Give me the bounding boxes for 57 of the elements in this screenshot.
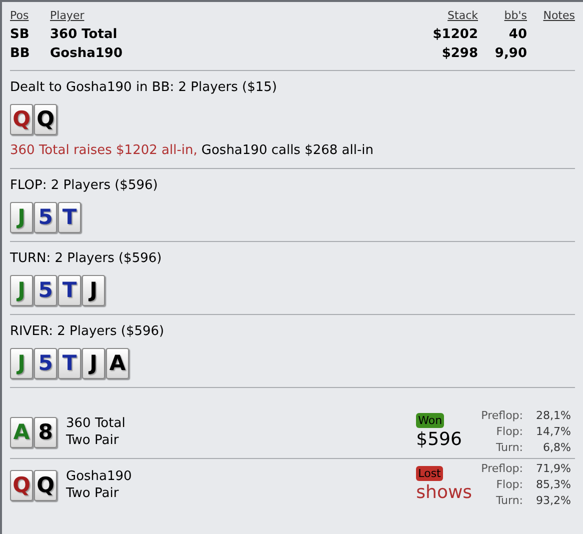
playing-card: J — [10, 202, 33, 233]
result-badge: Won — [416, 412, 444, 428]
playing-card: Q — [34, 104, 57, 134]
column-header: Notes — [542, 8, 575, 24]
equity-label: Flop: — [495, 424, 523, 440]
equity-value: 71,9% — [535, 461, 571, 477]
player-name: Gosha190 — [66, 468, 133, 485]
street-title: Dealt to Gosha190 in BB: 2 Players ($15) — [10, 78, 278, 96]
table-cell-text: SB — [10, 26, 30, 44]
table-cell-text: 9,90 — [494, 44, 527, 62]
playing-card: Q — [10, 104, 33, 134]
table-cell-text: BB — [10, 44, 31, 62]
playing-card: 8 — [34, 416, 57, 448]
table-cell-text: $298 — [440, 44, 478, 62]
table-cell-text: $1202 — [432, 26, 478, 44]
playing-card: Q — [34, 470, 57, 500]
hand-rank: Two Pair — [66, 485, 120, 502]
equity-label: Turn: — [494, 493, 523, 509]
playing-card: 5 — [34, 348, 57, 379]
equity-value: 28,1% — [535, 408, 571, 424]
action-text: Gosha190 calls $268 all-in — [201, 142, 374, 160]
playing-card: J — [82, 348, 105, 379]
playing-card: 5 — [34, 202, 57, 233]
street-title: TURN: 2 Players ($596) — [10, 250, 163, 267]
street-title: RIVER: 2 Players ($596) — [10, 323, 166, 340]
equity-label: Flop: — [495, 477, 523, 493]
action-text: 360 Total raises $1202 all-in, — [10, 142, 198, 160]
column-header: Pos — [10, 8, 30, 24]
column-header: Stack — [446, 8, 478, 24]
hand-rank: Two Pair — [66, 432, 120, 449]
table-cell-text: 360 Total — [50, 26, 118, 44]
playing-card: T — [58, 202, 81, 233]
playing-card: J — [10, 275, 33, 306]
playing-card: Q — [10, 470, 33, 500]
equity-label: Turn: — [494, 440, 523, 456]
playing-card: A — [106, 348, 129, 379]
playing-card: J — [82, 275, 105, 306]
column-header: Player — [50, 8, 86, 24]
playing-card: A — [10, 416, 33, 448]
equity-value: 14,7% — [535, 424, 571, 440]
player-name: 360 Total — [66, 415, 126, 432]
equity-label: Preflop: — [481, 461, 523, 477]
result-badge: Lost — [416, 466, 443, 480]
equity-value: 85,3% — [535, 477, 571, 493]
result-amount: $596 — [416, 428, 462, 452]
playing-card: T — [58, 275, 81, 306]
street-title: FLOP: 2 Players ($596) — [10, 177, 159, 194]
table-cell-text: 40 — [508, 26, 527, 44]
table-cell-text: Gosha190 — [50, 44, 124, 62]
equity-label: Preflop: — [481, 408, 523, 424]
playing-card: 5 — [34, 275, 57, 306]
playing-card: T — [58, 348, 81, 379]
column-header: bb's — [503, 8, 527, 24]
result-amount: shows — [416, 480, 472, 504]
equity-value: 6,8% — [542, 440, 571, 456]
equity-value: 93,2% — [535, 493, 571, 509]
playing-card: J — [10, 348, 33, 379]
